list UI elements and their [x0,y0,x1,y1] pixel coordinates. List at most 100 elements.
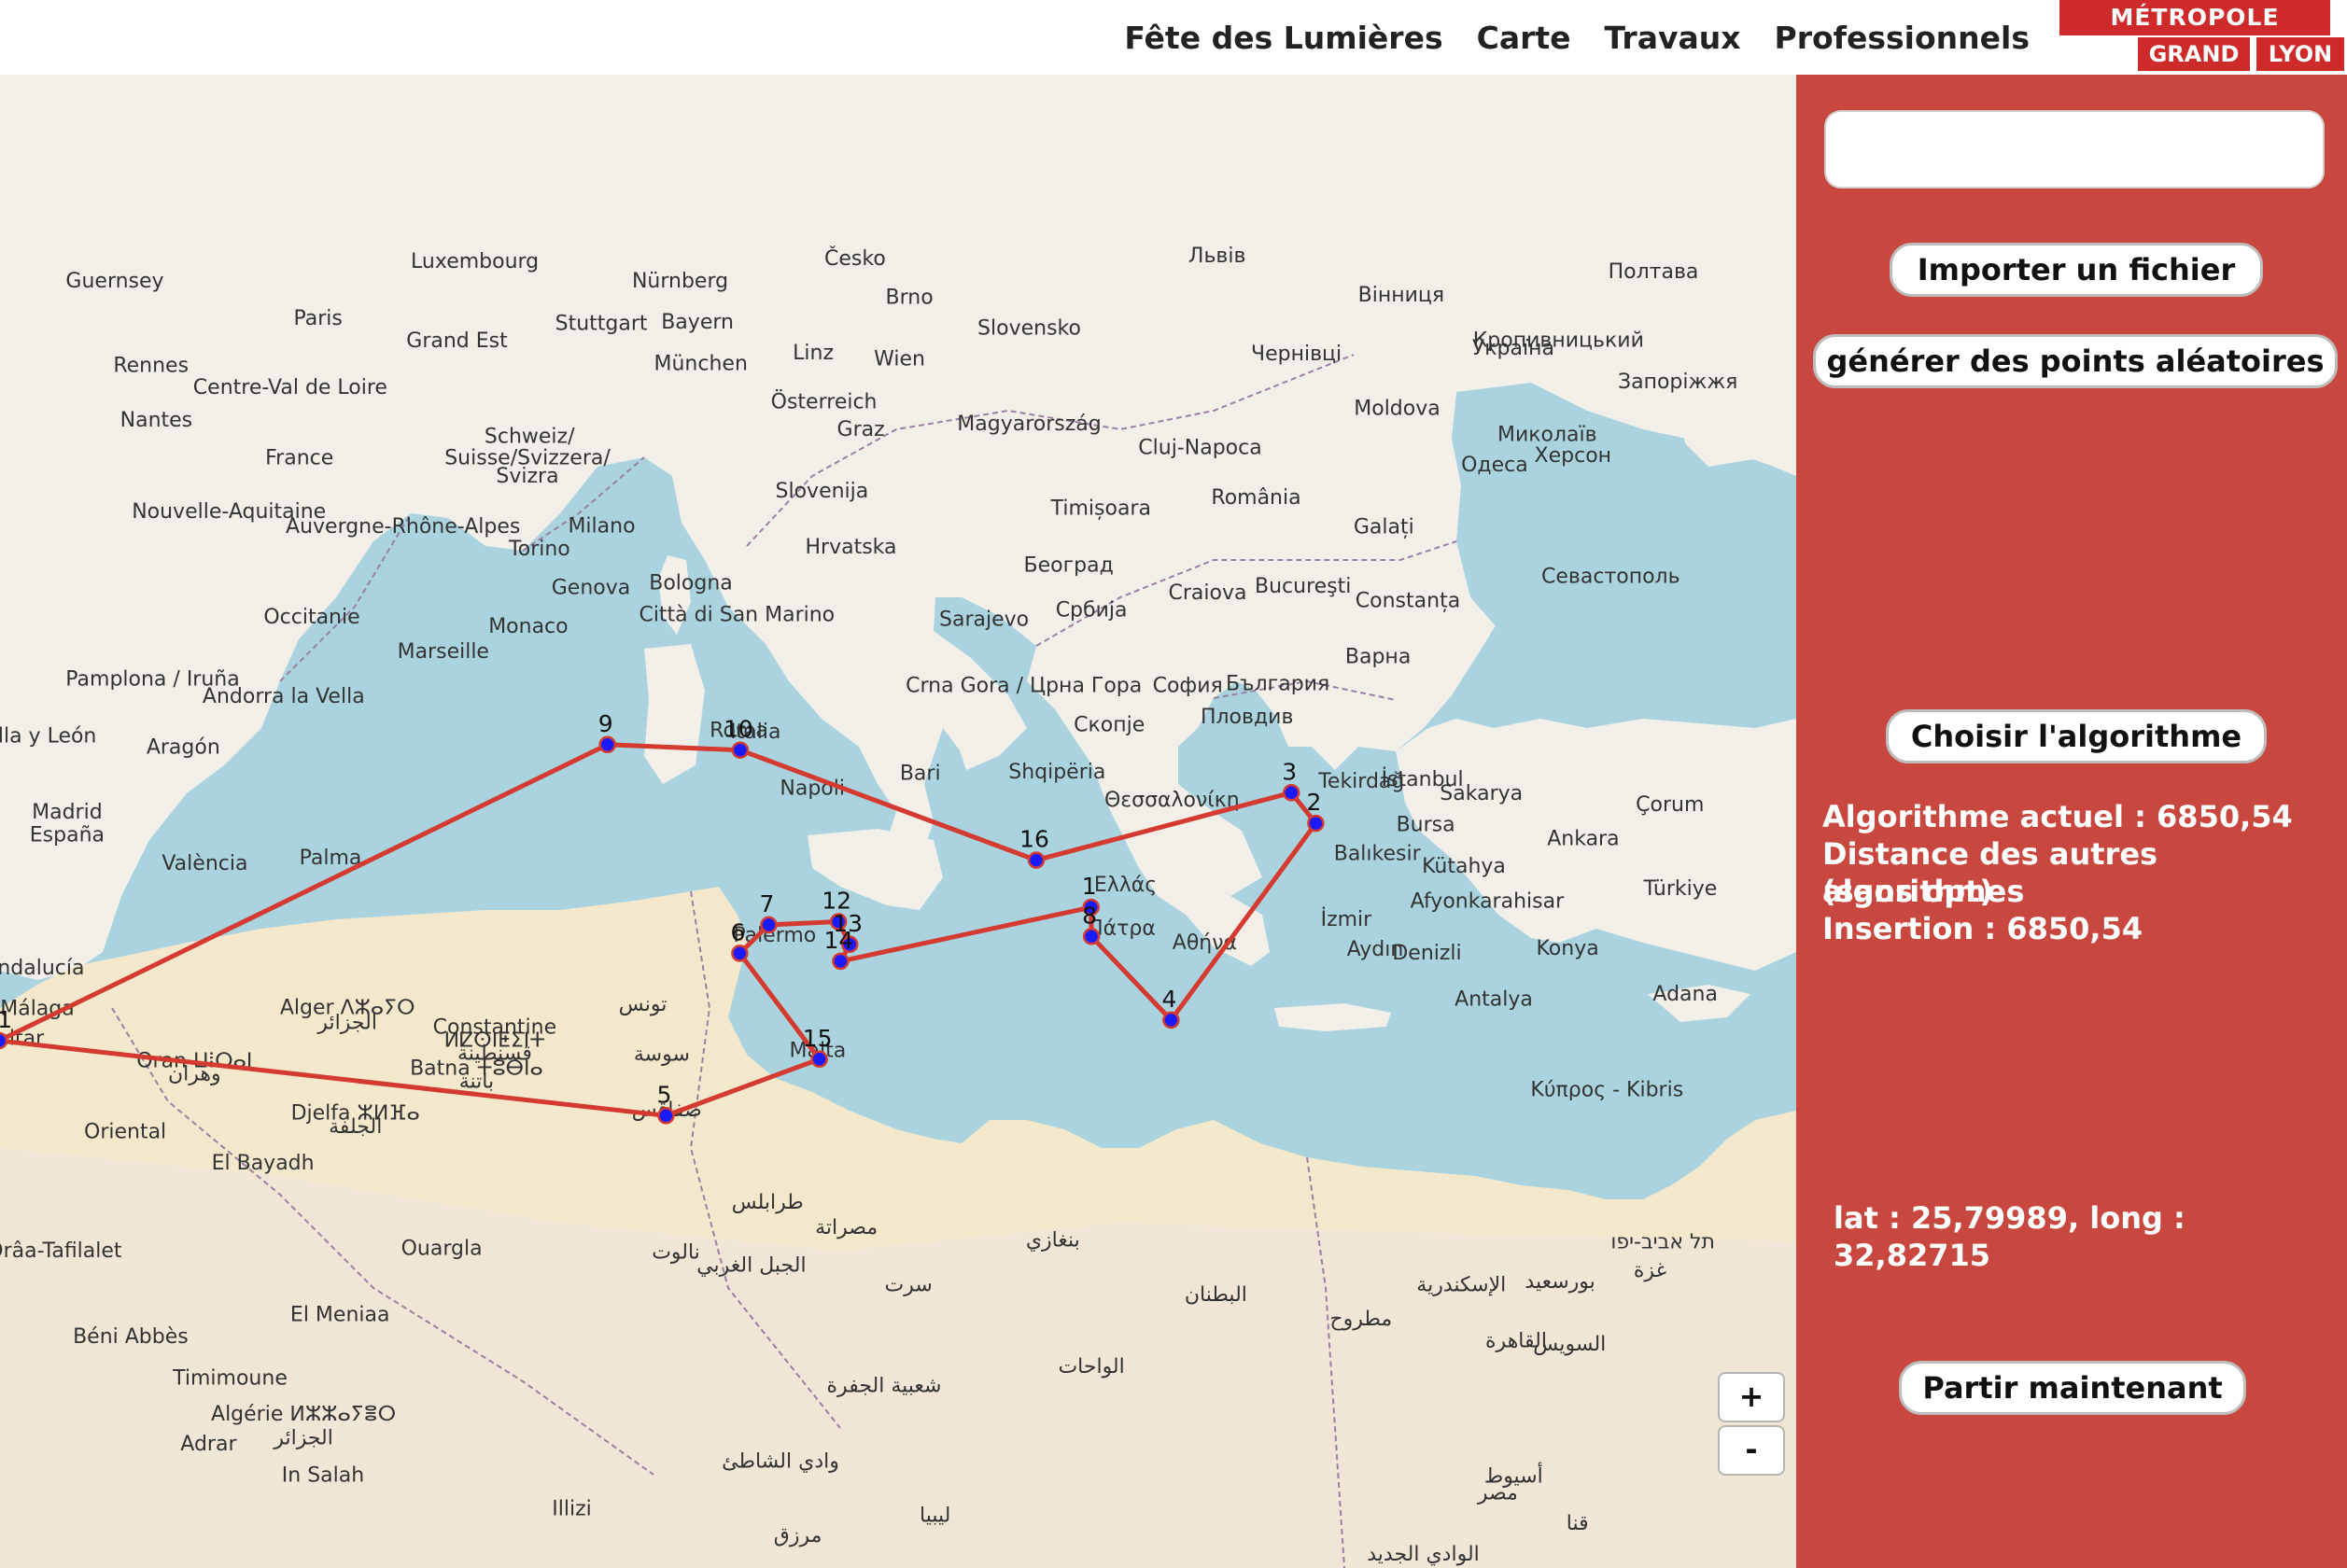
choose-algorithm-button[interactable]: Choisir l'algorithme [1886,709,2267,763]
map-place-label: Paris [294,307,343,330]
map-place-label: البطنان [1185,1283,1247,1307]
map-place-label: Tekirdağ [1317,770,1404,793]
nav-fete-des-lumieres[interactable]: Fête des Lumières [1124,20,1442,56]
route-point-label: 15 [803,1025,833,1052]
route-point-8[interactable] [1082,928,1101,945]
sardinia-land [644,644,705,784]
map-place-label: Београд [1024,554,1114,578]
map-place-label: Cluj-Napoca [1138,436,1261,459]
map-place-label: Aragón [147,735,220,759]
map-place-label: باتنة [459,1071,494,1094]
map-place-label: Shqipëria [1008,761,1105,784]
map-place-label: Craiova [1169,581,1247,605]
route-point-7[interactable] [760,916,778,934]
map-place-label: Andalucía [0,957,84,980]
map-place-label: Aydın [1347,938,1404,961]
map-place-label: غزة [1634,1259,1666,1282]
map-place-label: Bari [900,763,941,786]
map-place-label: Svizra [496,465,558,488]
map-place-label: In Salah [282,1463,364,1487]
map-place-label: El Bayadh [212,1152,315,1175]
current-algorithm-distance: Algorithme actuel : 6850,54 [1822,799,2293,834]
map-place-label: Варна [1345,645,1411,668]
top-bar: Fête des Lumières Carte Travaux Professi… [0,0,2347,77]
route-point-9[interactable] [598,735,616,754]
cursor-coordinates: lat : 25,79989, long : 32,82715 [1834,1200,2185,1273]
start-now-button[interactable]: Partir maintenant [1899,1361,2246,1415]
map-place-label: Bursa [1397,813,1455,836]
map-place-label: Kütahya [1422,855,1506,878]
route-point-label: 5 [656,1081,671,1108]
map-place-label: مرزق [774,1524,822,1547]
route-point-15[interactable] [810,1050,828,1069]
route-point-label: 9 [598,710,613,737]
map-place-label: السويس [1533,1333,1606,1356]
route-point-3[interactable] [1282,784,1300,802]
map-place-label: Львів [1188,245,1246,268]
map-place-label: Česko [824,246,886,271]
map-place-label: Afyonkarahisar [1411,890,1565,914]
route-point-14[interactable] [832,952,850,971]
map-place-label: Hrvatska [805,536,896,559]
map-place-label: Monaco [488,615,568,638]
map-place-label: תל אביב-יפו [1610,1231,1715,1254]
map-place-label: Béni Abbès [73,1325,189,1349]
route-point-16[interactable] [1027,851,1046,869]
map-place-label: الجبل الغربي [696,1254,806,1278]
other-algorithms-subtitle: (sans opt) [1822,874,1994,909]
route-point-4[interactable] [1162,1011,1180,1029]
route-point-11[interactable] [0,1031,8,1050]
logo-metropole: MÉTROPOLE [2059,0,2330,35]
map-place-label: مصراتة [815,1216,878,1239]
metropole-lyon-logo[interactable]: MÉTROPOLE GRAND LYON [2059,0,2347,73]
logo-grand: GRAND [2138,37,2250,71]
search-input[interactable] [1824,110,2325,189]
map-view[interactable]: Guernsey Luxembourg Nürnberg Česko Львів Вінн… [0,75,1796,1568]
route-point-label: 1 [1082,873,1097,900]
nav-professionnels[interactable]: Professionnels [1775,20,2030,56]
map-place-label: Україна [1472,337,1554,360]
map-place-label: Crna Gora / Црна Гора [906,674,1142,697]
zoom-out-button[interactable]: - [1718,1425,1785,1476]
map-place-label: بورسعيد [1525,1270,1595,1294]
map-place-label: Nantes [120,409,193,432]
route-point-5[interactable] [657,1107,675,1125]
map-place-label: Centre-Val de Loire [193,376,387,399]
map-place-label: بنغازي [1026,1229,1080,1253]
nav-travaux[interactable]: Travaux [1605,20,1741,56]
map-place-label: مصر [1477,1481,1518,1505]
map-canvas[interactable]: Guernsey Luxembourg Nürnberg Česko Львів Вінн… [0,75,1796,1568]
map-place-label: Constanța [1356,590,1460,613]
map-place-label: الجزائر [273,1426,333,1449]
route-point-label: 6 [730,918,745,945]
map-place-label: Ελλάς [1094,874,1157,897]
route-point-label: 7 [760,890,775,917]
map-place-label: Sakarya [1440,782,1523,805]
nav-carte[interactable]: Carte [1477,20,1571,56]
map-place-label: Çorum [1636,793,1704,817]
map-place-label: Ankara [1547,827,1619,850]
logo-lyon: LYON [2254,37,2344,71]
route-point-2[interactable] [1307,814,1325,833]
import-file-button[interactable]: Importer un fichier [1890,243,2263,297]
map-place-label: Brno [886,287,934,310]
map-place-label: Rennes [113,354,189,377]
map-place-label: Madrid [32,801,103,824]
map-place-label: طرابلس [732,1191,804,1214]
map-place-label: Drâa-Tafilalet [0,1239,122,1263]
map-place-label: الإسكندرية [1416,1274,1506,1297]
map-place-label: Città di San Marino [639,604,835,627]
map-place-label: Oriental [84,1121,166,1144]
generate-random-points-button[interactable]: générer des points aléatoires [1813,334,2338,388]
map-place-label: نالوت [652,1241,700,1265]
route-point-label: 2 [1306,789,1321,816]
map-place-label: Bayern [661,311,734,334]
route-point-10[interactable] [731,741,750,759]
map-place-label: Genova [552,576,631,599]
zoom-in-button[interactable]: + [1718,1372,1785,1422]
route-point-6[interactable] [731,945,749,962]
route-point-label: 4 [1161,986,1176,1013]
map-place-label: Luxembourg [411,250,539,273]
map-place-label: Moldova [1354,398,1440,421]
map-place-label: El Meniaa [290,1304,390,1327]
